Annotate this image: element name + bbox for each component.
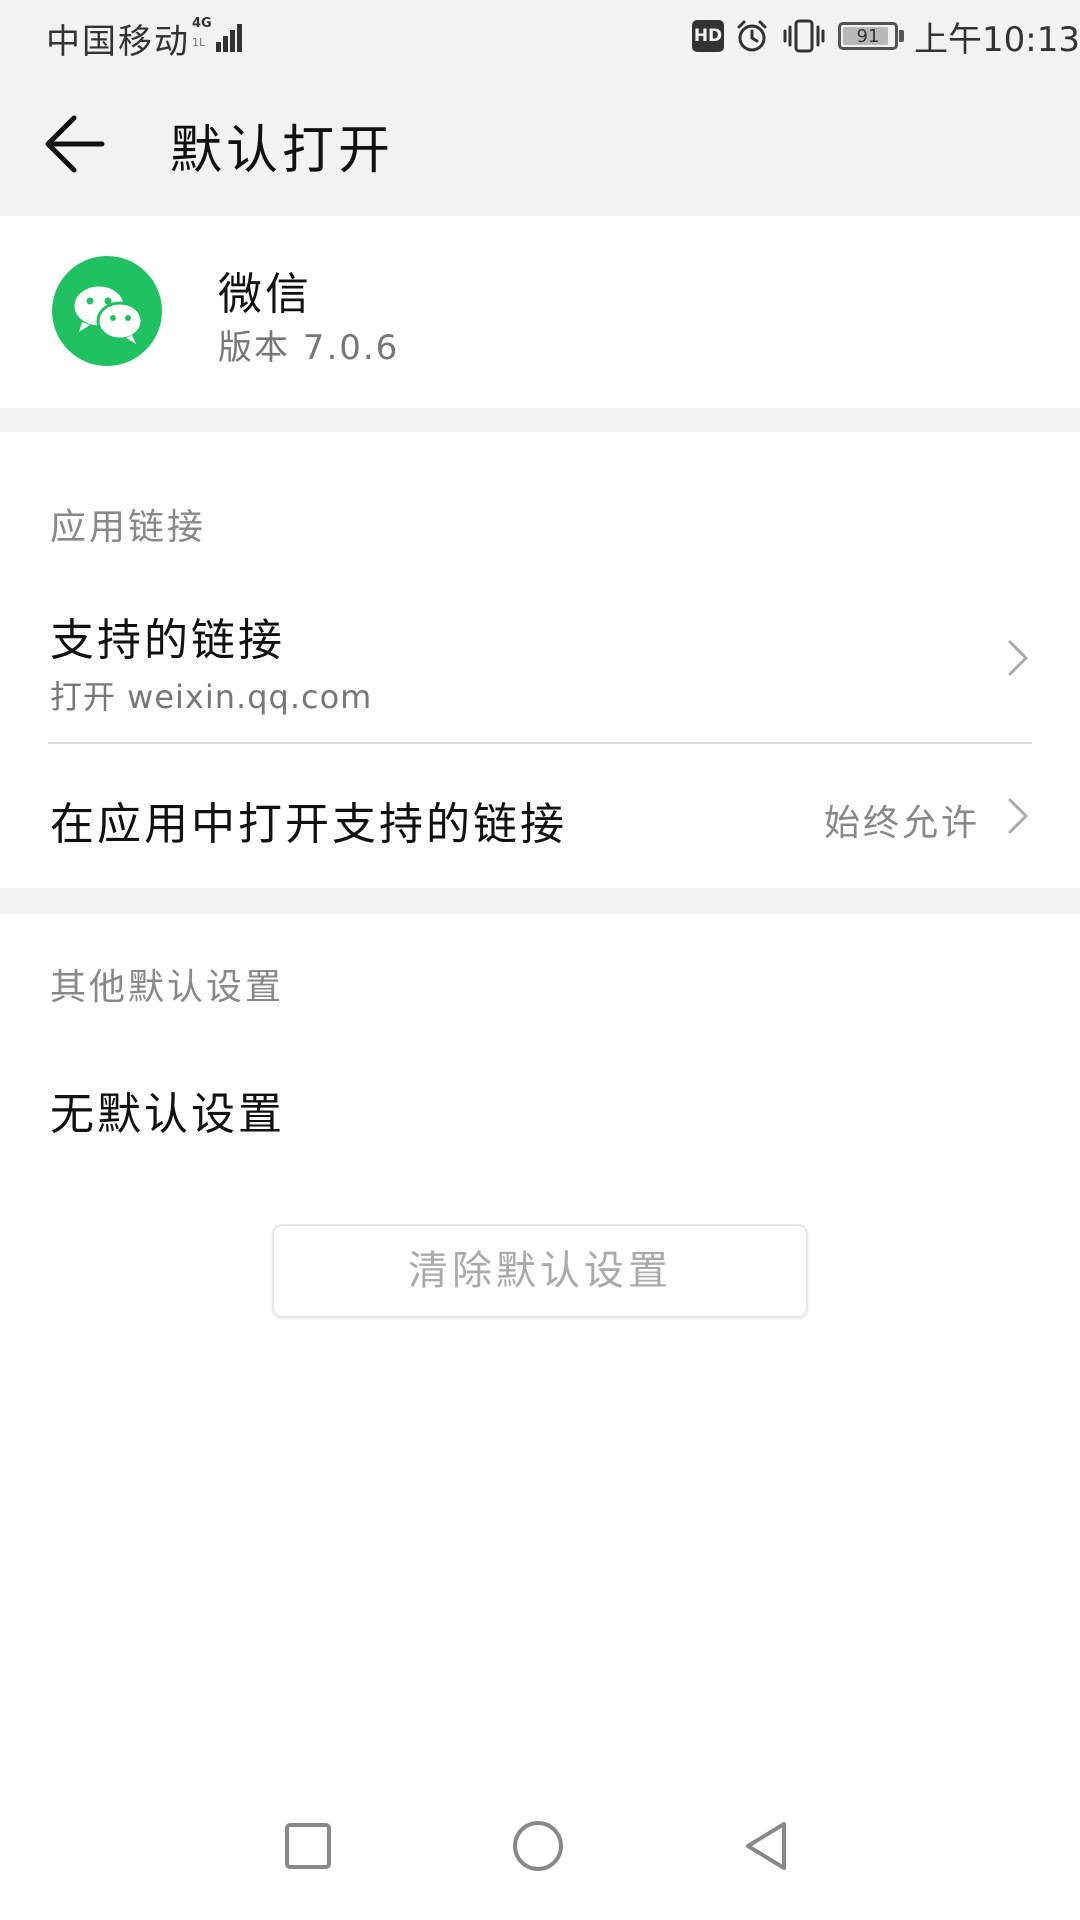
open-in-app-row[interactable]: 在应用中打开支持的链接 始终允许 [0, 744, 1080, 888]
other-defaults-section: 其他默认设置 无默认设置 [0, 914, 1080, 1790]
battery-level: 91 [856, 26, 880, 47]
section-gap [0, 888, 1080, 914]
recent-apps-icon[interactable] [282, 1820, 334, 1872]
chevron-right-icon [1008, 640, 1028, 676]
system-nav-bar [0, 1790, 1080, 1920]
supported-links-row[interactable]: 支持的链接 打开 weixin.qq.com [0, 582, 1080, 732]
alarm-icon [737, 20, 767, 52]
wechat-icon [52, 256, 162, 366]
app-name: 微信 [218, 269, 312, 320]
vibrate-icon [783, 19, 825, 53]
network-type-label: 4G [192, 16, 212, 31]
back-icon[interactable] [740, 1818, 794, 1874]
section-gap [0, 408, 1080, 432]
app-bar: 默认打开 [0, 72, 1080, 216]
hd-badge: HD [692, 20, 724, 52]
clock: 上午10:13 [914, 20, 1080, 60]
supported-links-subtitle: 打开 weixin.qq.com [50, 678, 373, 716]
chevron-right-icon [1008, 798, 1028, 834]
back-arrow-icon[interactable] [36, 106, 120, 182]
open-in-app-title: 在应用中打开支持的链接 [50, 799, 567, 850]
open-in-app-value: 始终允许 [823, 803, 980, 844]
signal-icon [216, 20, 248, 52]
clear-defaults-button[interactable]: 清除默认设置 [272, 1224, 808, 1318]
network-sub-label: 1L [192, 36, 206, 49]
app-links-section: 应用链接 支持的链接 打开 weixin.qq.com 在应用中打开支持的链接 … [0, 432, 1080, 888]
supported-links-title: 支持的链接 [50, 615, 285, 666]
no-defaults-text: 无默认设置 [50, 1089, 285, 1140]
app-info-card: 微信 版本 7.0.6 [0, 216, 1080, 408]
page-title: 默认打开 [170, 121, 395, 181]
home-icon[interactable] [510, 1818, 566, 1874]
network-type-indicator: 4G 1L [192, 16, 216, 52]
app-version: 版本 7.0.6 [218, 328, 400, 368]
section-header-other-defaults: 其他默认设置 [50, 967, 285, 1008]
battery-icon: 91 [838, 22, 898, 50]
carrier-name: 中国移动 [46, 22, 190, 62]
battery-tip [899, 30, 904, 42]
status-bar: 中国移动 4G 1L HD 91 上午10:13 [0, 0, 1080, 72]
section-header-app-links: 应用链接 [50, 507, 207, 548]
